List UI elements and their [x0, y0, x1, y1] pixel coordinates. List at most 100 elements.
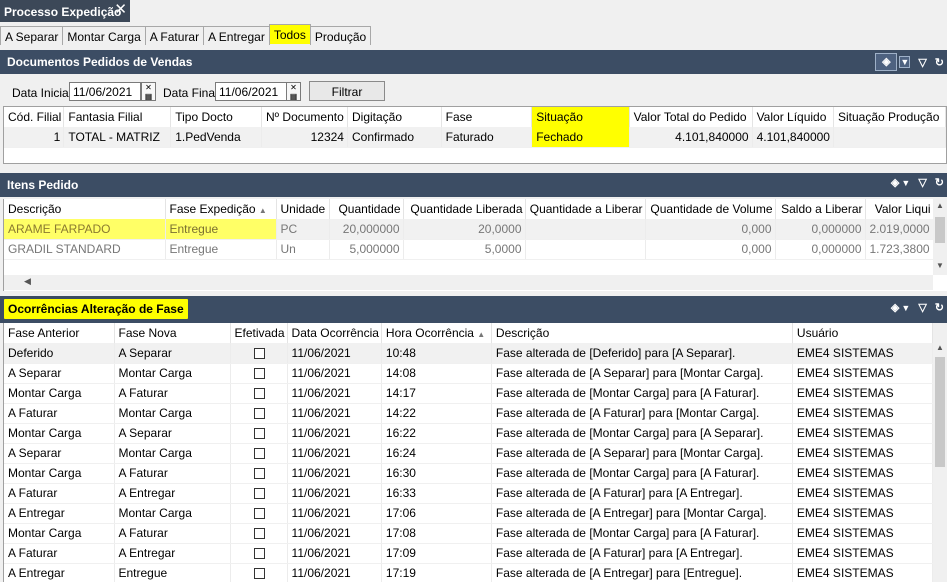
calendar-icon[interactable]: ✕ ▦	[286, 82, 301, 101]
cell: EME4 SISTEMAS	[792, 383, 933, 404]
table-row[interactable]: A Faturar Montar Carga 11/06/2021 14:22 Fase…	[4, 403, 933, 424]
refresh-icon[interactable]: ↻	[935, 176, 944, 189]
efetivada-checkbox[interactable]	[253, 548, 265, 560]
column-header[interactable]: Fase	[441, 107, 533, 127]
cell: 0,000000	[775, 219, 866, 240]
table-row[interactable]: 1 TOTAL - MATRIZ 1.PedVenda 12324 Confir…	[4, 127, 946, 148]
table-row[interactable]: A Faturar A Entregar 11/06/2021 16:33 Fase a…	[4, 483, 933, 504]
table-row[interactable]: A Entregar Entregue 11/06/2021 17:19 Fase al…	[4, 563, 933, 582]
chevron-up-icon[interactable]: ▲	[933, 201, 947, 210]
data-inicial-field[interactable]: 11/06/2021	[69, 82, 141, 101]
filter-icon[interactable]: ▽	[918, 56, 926, 69]
chevron-up-icon[interactable]: ▲	[933, 343, 947, 352]
cell: Montar Carga	[114, 503, 231, 524]
itens-horizontal-scrollbar[interactable]: ◀	[4, 275, 933, 290]
table-row[interactable]: Montar Carga A Faturar 11/06/2021 17:08 Fase…	[4, 523, 933, 544]
column-header[interactable]: Quantidade a Liberar	[525, 199, 646, 219]
efetivada-checkbox[interactable]	[253, 488, 265, 500]
filter-icon[interactable]: ▽	[918, 301, 926, 314]
column-header[interactable]: Quantidade	[329, 199, 404, 219]
column-header[interactable]: Quantidade de Volume	[645, 199, 776, 219]
table-row[interactable]: A Separar Montar Carga 11/06/2021 14:08 Fase…	[4, 363, 933, 384]
column-header[interactable]: Valor Líquido	[752, 107, 834, 127]
chevron-left-icon[interactable]: ◀	[24, 276, 31, 287]
table-row[interactable]: A Separar Montar Carga 11/06/2021 16:24 Fase…	[4, 443, 933, 464]
column-header[interactable]: Unidade	[276, 199, 330, 219]
cell-efetivada	[230, 563, 288, 582]
column-header[interactable]: Tipo Docto	[170, 107, 263, 127]
efetivada-checkbox[interactable]	[253, 388, 265, 400]
tab-a-separar[interactable]: A Separar	[0, 26, 64, 45]
chevron-down-icon[interactable]: ▼	[901, 178, 910, 188]
column-header[interactable]: Situação Produção	[833, 107, 946, 127]
table-row[interactable]: A Entregar Montar Carga 11/06/2021 17:06 Fas…	[4, 503, 933, 524]
document-tab[interactable]: Processo Expedição ✕	[0, 0, 130, 22]
table-row[interactable]: GRADIL STANDARD Entregue Un 5,000000 5,0…	[4, 239, 934, 260]
tab-montar-carga[interactable]: Montar Carga	[62, 26, 146, 45]
cell: 17:06	[381, 503, 492, 524]
tab-todos[interactable]: Todos	[268, 24, 311, 44]
column-header[interactable]: Valor Liqui	[865, 199, 934, 219]
column-header[interactable]: Quantidade Liberada	[403, 199, 526, 219]
column-header[interactable]: Digitação	[347, 107, 442, 127]
table-row[interactable]: ARAME FARPADO Entregue PC 20,000000 20,0…	[4, 219, 934, 240]
efetivada-checkbox[interactable]	[253, 408, 265, 420]
efetivada-checkbox[interactable]	[253, 368, 265, 380]
scroll-thumb[interactable]	[935, 217, 945, 243]
scroll-thumb[interactable]	[935, 357, 945, 467]
table-row[interactable]: A Faturar A Entregar 11/06/2021 17:09 Fase a…	[4, 543, 933, 564]
ocorrencias-panel: Ocorrências Alteração de Fase ◈ ▼ ▽ ↻	[0, 296, 947, 323]
efetivada-checkbox[interactable]	[253, 468, 265, 480]
efetivada-checkbox[interactable]	[253, 568, 265, 580]
column-header[interactable]: Fase Anterior	[4, 323, 115, 343]
cell: 11/06/2021	[287, 543, 382, 564]
refresh-icon[interactable]: ↻	[935, 56, 944, 69]
column-header[interactable]: Efetivada	[230, 323, 288, 343]
column-header-hora[interactable]: Hora Ocorrência ▲	[381, 323, 492, 343]
ocorrencias-vertical-scrollbar[interactable]: ▲	[933, 341, 947, 582]
view-options-icon[interactable]: ◈	[891, 176, 899, 189]
refresh-icon[interactable]: ↻	[935, 301, 944, 314]
calendar-icon[interactable]: ✕ ▦	[141, 82, 156, 101]
cell: Deferido	[4, 343, 115, 364]
efetivada-checkbox[interactable]	[253, 508, 265, 520]
cell: A Faturar	[4, 483, 115, 504]
close-icon[interactable]: ✕	[114, 0, 127, 18]
column-header[interactable]: Descrição	[4, 199, 166, 219]
tab-a-faturar[interactable]: A Faturar	[144, 26, 205, 45]
table-row[interactable]: Deferido A Separar 11/06/2021 10:48 Fase alt…	[4, 343, 933, 364]
column-header[interactable]: Nº Documento	[261, 107, 348, 127]
efetivada-checkbox[interactable]	[253, 448, 265, 460]
efetivada-checkbox[interactable]	[253, 348, 265, 360]
cell: Un	[276, 239, 330, 260]
column-header[interactable]: Fase Nova	[114, 323, 231, 343]
table-row[interactable]: Montar Carga A Separar 11/06/2021 16:22 Fase…	[4, 423, 933, 444]
efetivada-checkbox[interactable]	[253, 428, 265, 440]
chevron-down-icon[interactable]: ▼	[933, 261, 947, 270]
tab-a-entregar[interactable]: A Entregar	[203, 26, 270, 45]
view-options-icon[interactable]: ◈	[891, 301, 899, 314]
chevron-down-icon[interactable]: ▼	[901, 303, 910, 313]
column-header[interactable]: Data Ocorrência	[287, 323, 382, 343]
filter-icon[interactable]: ▽	[918, 176, 926, 189]
panel-title: Documentos Pedidos de Vendas	[7, 55, 193, 69]
tab-producao[interactable]: Produção	[309, 26, 372, 45]
column-header[interactable]: Saldo a Liberar	[775, 199, 866, 219]
column-header-fase-expedicao[interactable]: Fase Expedição ▲	[165, 199, 277, 219]
column-header[interactable]: Usuário	[792, 323, 933, 343]
view-options-icon[interactable]: ◈	[875, 53, 898, 71]
column-header[interactable]: Descrição	[491, 323, 793, 343]
table-row[interactable]: Montar Carga A Faturar 11/06/2021 16:30 Fase…	[4, 463, 933, 484]
data-final-field[interactable]: 11/06/2021	[215, 82, 287, 101]
table-row[interactable]: Montar Carga A Faturar 11/06/2021 14:17 Fase…	[4, 383, 933, 404]
chevron-down-icon[interactable]: ▼	[899, 56, 911, 68]
efetivada-checkbox[interactable]	[253, 528, 265, 540]
column-header[interactable]: Fantasia Filial	[63, 107, 172, 127]
column-header[interactable]: Valor Total do Pedido	[629, 107, 753, 127]
itens-vertical-scrollbar[interactable]: ▲ ▼	[933, 199, 947, 275]
column-header[interactable]: Cód. Filial	[4, 107, 65, 127]
cell: EME4 SISTEMAS	[792, 403, 933, 424]
column-header-situacao[interactable]: Situação	[531, 107, 630, 127]
filtrar-button[interactable]: Filtrar	[309, 81, 385, 101]
cell-efetivada	[230, 383, 288, 404]
